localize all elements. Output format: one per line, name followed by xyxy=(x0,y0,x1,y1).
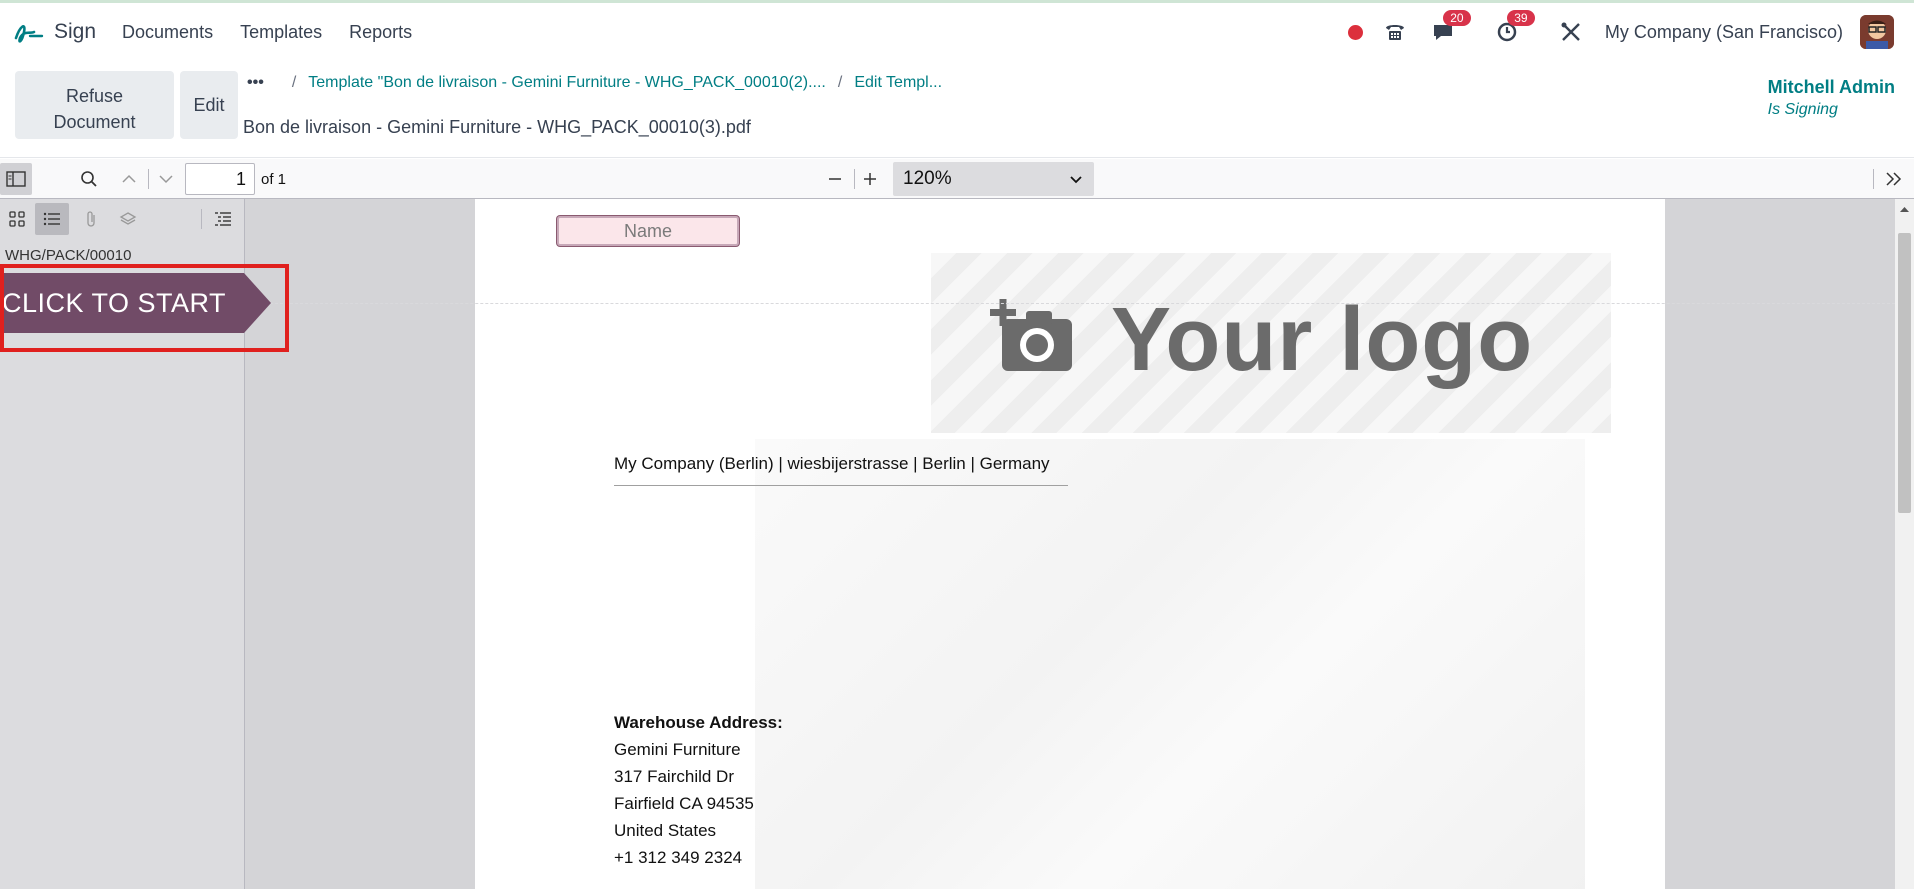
scroll-up-arrow-icon[interactable] xyxy=(1895,203,1914,217)
user-avatar[interactable] xyxy=(1860,15,1894,49)
refuse-document-button[interactable]: Refuse Document xyxy=(15,71,174,139)
zoom-in-icon[interactable] xyxy=(854,163,886,195)
app-brand[interactable]: Sign xyxy=(12,16,96,48)
toolbar-separator xyxy=(1873,169,1874,189)
breadcrumb-separator: / xyxy=(837,74,843,91)
company-switcher[interactable]: My Company (San Francisco) xyxy=(1605,22,1843,43)
scrollbar-thumb[interactable] xyxy=(1898,233,1911,513)
sign-app-icon xyxy=(14,25,44,43)
menu-templates[interactable]: Templates xyxy=(240,22,322,43)
activities-badge: 39 xyxy=(1506,10,1535,26)
camera-plus-icon xyxy=(990,299,1072,371)
address-line: United States xyxy=(614,821,717,840)
company-divider xyxy=(614,485,1068,486)
zoom-select[interactable]: 120% xyxy=(893,162,1094,196)
control-panel: Refuse Document Edit ••• / Template "Bon… xyxy=(0,61,1914,158)
address-line: +1 312 349 2324 xyxy=(614,848,743,867)
outline-item[interactable]: WHG/PACK/00010 xyxy=(5,247,131,264)
current-outline-item-icon[interactable] xyxy=(206,203,240,235)
warehouse-address: Warehouse Address: Gemini Furniture 317 … xyxy=(614,709,783,871)
activities-clock-icon[interactable]: 39 xyxy=(1493,10,1535,46)
address-line: Gemini Furniture xyxy=(614,740,741,759)
nav-menu: Documents Templates Reports xyxy=(122,22,439,43)
highlight-box xyxy=(0,264,289,352)
previous-page-icon[interactable] xyxy=(113,163,145,195)
warehouse-address-title: Warehouse Address: xyxy=(614,713,783,732)
app-name: Sign xyxy=(54,20,97,43)
sidebar-tools xyxy=(0,199,244,239)
thumbnails-icon[interactable] xyxy=(0,203,34,235)
toolbar-separator xyxy=(148,169,149,189)
name-signature-field[interactable]: Name xyxy=(557,216,739,246)
page-guide-line xyxy=(245,303,1895,304)
recording-indicator-icon[interactable] xyxy=(1347,24,1363,40)
company-address-line: My Company (Berlin) | wiesbijerstrasse |… xyxy=(614,454,1050,473)
systray: 20 39 My Company (San Francisco) xyxy=(1347,3,1914,61)
breadcrumb-more[interactable]: ••• xyxy=(247,74,264,92)
breadcrumb: ••• / Template "Bon de livraison - Gemin… xyxy=(247,74,942,92)
layers-icon[interactable] xyxy=(111,203,145,235)
outline-icon[interactable] xyxy=(35,203,69,235)
zoom-value: 120% xyxy=(903,168,952,189)
search-icon[interactable] xyxy=(73,163,105,195)
pdf-toolbar: 1 of 1 120% xyxy=(0,159,1914,199)
attachments-icon[interactable] xyxy=(74,203,108,235)
document-title: Bon de livraison - Gemini Furniture - WH… xyxy=(243,117,751,137)
breadcrumb-separator: / xyxy=(291,74,297,91)
breadcrumb-edit-template[interactable]: Edit Templ... xyxy=(854,74,942,92)
refuse-label-line2: Document xyxy=(53,111,136,132)
address-line: 317 Fairchild Dr xyxy=(614,767,734,786)
main-navbar: Sign Documents Templates Reports 20 39 M… xyxy=(0,3,1914,61)
phone-icon[interactable] xyxy=(1381,18,1409,46)
edit-button[interactable]: Edit xyxy=(180,71,238,139)
tools-icon[interactable] xyxy=(1557,18,1585,46)
signer-name: Mitchell Admin xyxy=(1767,77,1895,97)
menu-reports[interactable]: Reports xyxy=(349,22,412,43)
sidebar-toggle-icon[interactable] xyxy=(0,163,32,195)
zoom-out-icon[interactable] xyxy=(819,163,851,195)
breadcrumb-template[interactable]: Template "Bon de livraison - Gemini Furn… xyxy=(308,74,826,92)
page-background-decoration xyxy=(755,439,1585,889)
page-count: of 1 xyxy=(261,171,287,188)
menu-documents[interactable]: Documents xyxy=(122,22,213,43)
chevron-down-icon xyxy=(1070,162,1082,196)
address-line: Fairfield CA 94535 xyxy=(614,794,754,813)
messages-icon[interactable]: 20 xyxy=(1429,10,1471,46)
refuse-label-line1: Refuse xyxy=(65,85,124,106)
messages-badge: 20 xyxy=(1442,10,1471,26)
next-page-icon[interactable] xyxy=(150,163,182,195)
tools-menu-icon[interactable] xyxy=(1878,163,1910,195)
toolbar-separator xyxy=(201,209,202,229)
vertical-scrollbar[interactable] xyxy=(1895,199,1914,889)
page-number-input[interactable]: 1 xyxy=(185,163,255,195)
signer-status: Is Signing xyxy=(1767,101,1838,118)
logo-placeholder-text: Your logo xyxy=(1111,290,1534,390)
signer-info: Mitchell Admin Is Signing xyxy=(1768,77,1895,119)
pdf-viewer: Your logo My Company (Berlin) | wiesbije… xyxy=(245,199,1895,889)
